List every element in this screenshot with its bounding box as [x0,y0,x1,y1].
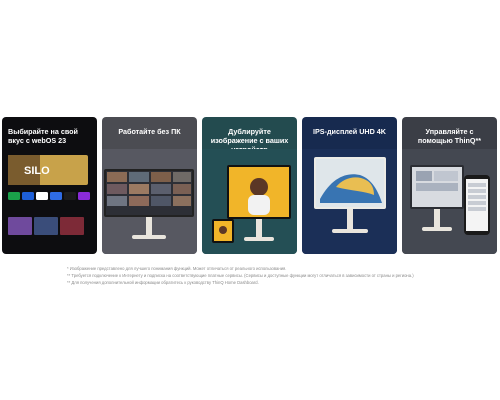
card-ips-uhd[interactable]: IPS-дисплей UHD 4K [302,117,397,254]
app-tile-icon [36,192,48,200]
app-tile-icon [50,192,62,200]
4k-display-illustration [302,149,397,254]
content-thumbnail [60,217,84,235]
footnotes: * Изображение представлено для лучшего п… [67,265,447,286]
card-webos[interactable]: Выбирайте на свой вкус с webOS 23 SILO [2,117,97,254]
app-tile-icon [8,192,20,200]
footnote-2: ** Требуется подключение к Интернету и п… [67,273,414,278]
feature-cards: Выбирайте на свой вкус с webOS 23 SILO Р… [0,117,500,254]
app-tile-icon [22,192,34,200]
card-thinq[interactable]: Управляйте с помощью ThinQ** [402,117,497,254]
video-call-monitor-illustration [102,149,197,254]
mirroring-illustration [202,149,297,254]
webos-tv-illustration: SILO [8,155,90,235]
app-tile-icon [78,192,90,200]
footnote-3: ** Для получения дополнительной информац… [67,280,259,285]
card-work-without-pc[interactable]: Работайте без ПК [102,117,197,254]
silo-logo-text: SILO [24,165,50,177]
app-tile-icon [64,192,76,200]
thinq-illustration [402,149,497,254]
footnote-1: * Изображение представлено для лучшего п… [67,266,287,271]
content-thumbnail [34,217,58,235]
card-screen-mirroring[interactable]: Дублируйте изображение с ваших устройств [202,117,297,254]
content-thumbnail [8,217,32,235]
